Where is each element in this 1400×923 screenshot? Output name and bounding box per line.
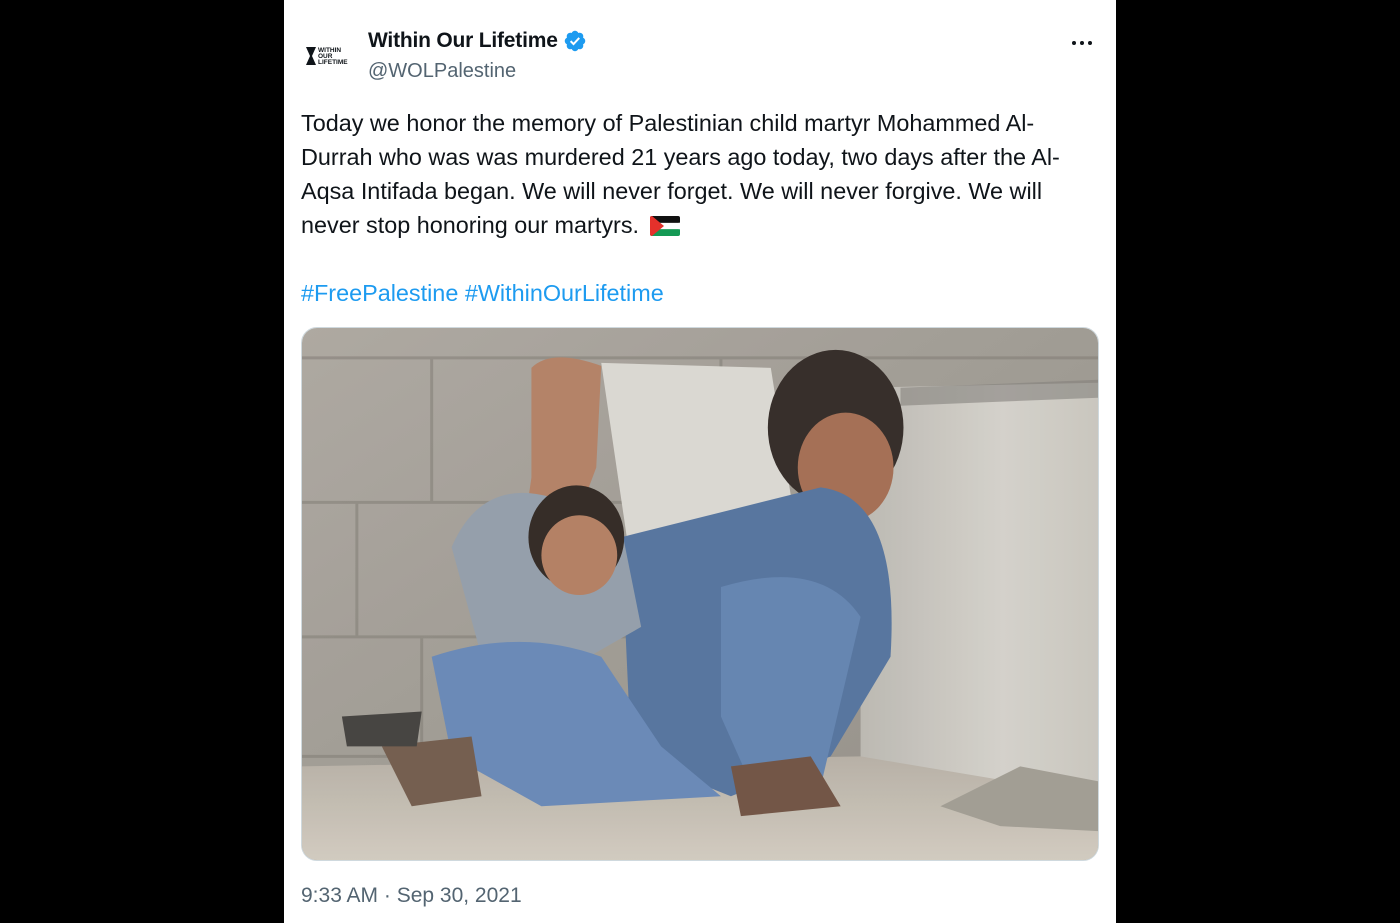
author-handle[interactable]: @WOLPalestine	[368, 60, 516, 83]
photo-father-shielding-child	[302, 328, 1098, 860]
avatar[interactable]: WITHIN OUR LIFETIME	[303, 41, 353, 71]
hashtag-within-our-lifetime[interactable]: #WithinOurLifetime	[465, 280, 664, 306]
more-options-icon[interactable]	[1067, 31, 1097, 55]
tweet-timestamp[interactable]: 9:33 AM · Sep 30, 2021	[301, 884, 522, 908]
author-name-row: Within Our Lifetime	[368, 29, 587, 53]
author-name[interactable]: Within Our Lifetime	[368, 29, 558, 53]
tweet-photo[interactable]	[301, 327, 1099, 861]
hashtag-free-palestine[interactable]: #FreePalestine	[301, 280, 458, 306]
tweet-text: Today we honor the memory of Palestinian…	[301, 106, 1101, 242]
tweet-card: WITHIN OUR LIFETIME Within Our Lifetime …	[284, 0, 1116, 923]
verified-badge-icon	[564, 30, 585, 52]
palestine-flag-icon	[649, 216, 680, 236]
within-our-lifetime-logo-icon: WITHIN OUR LIFETIME	[306, 47, 348, 66]
svg-text:LIFETIME: LIFETIME	[318, 59, 348, 66]
hashtags: #FreePalestine #WithinOurLifetime	[301, 276, 664, 310]
tweet-header: WITHIN OUR LIFETIME Within Our Lifetime …	[301, 27, 1099, 87]
tweet-text-content: Today we honor the memory of Palestinian…	[301, 110, 1060, 238]
